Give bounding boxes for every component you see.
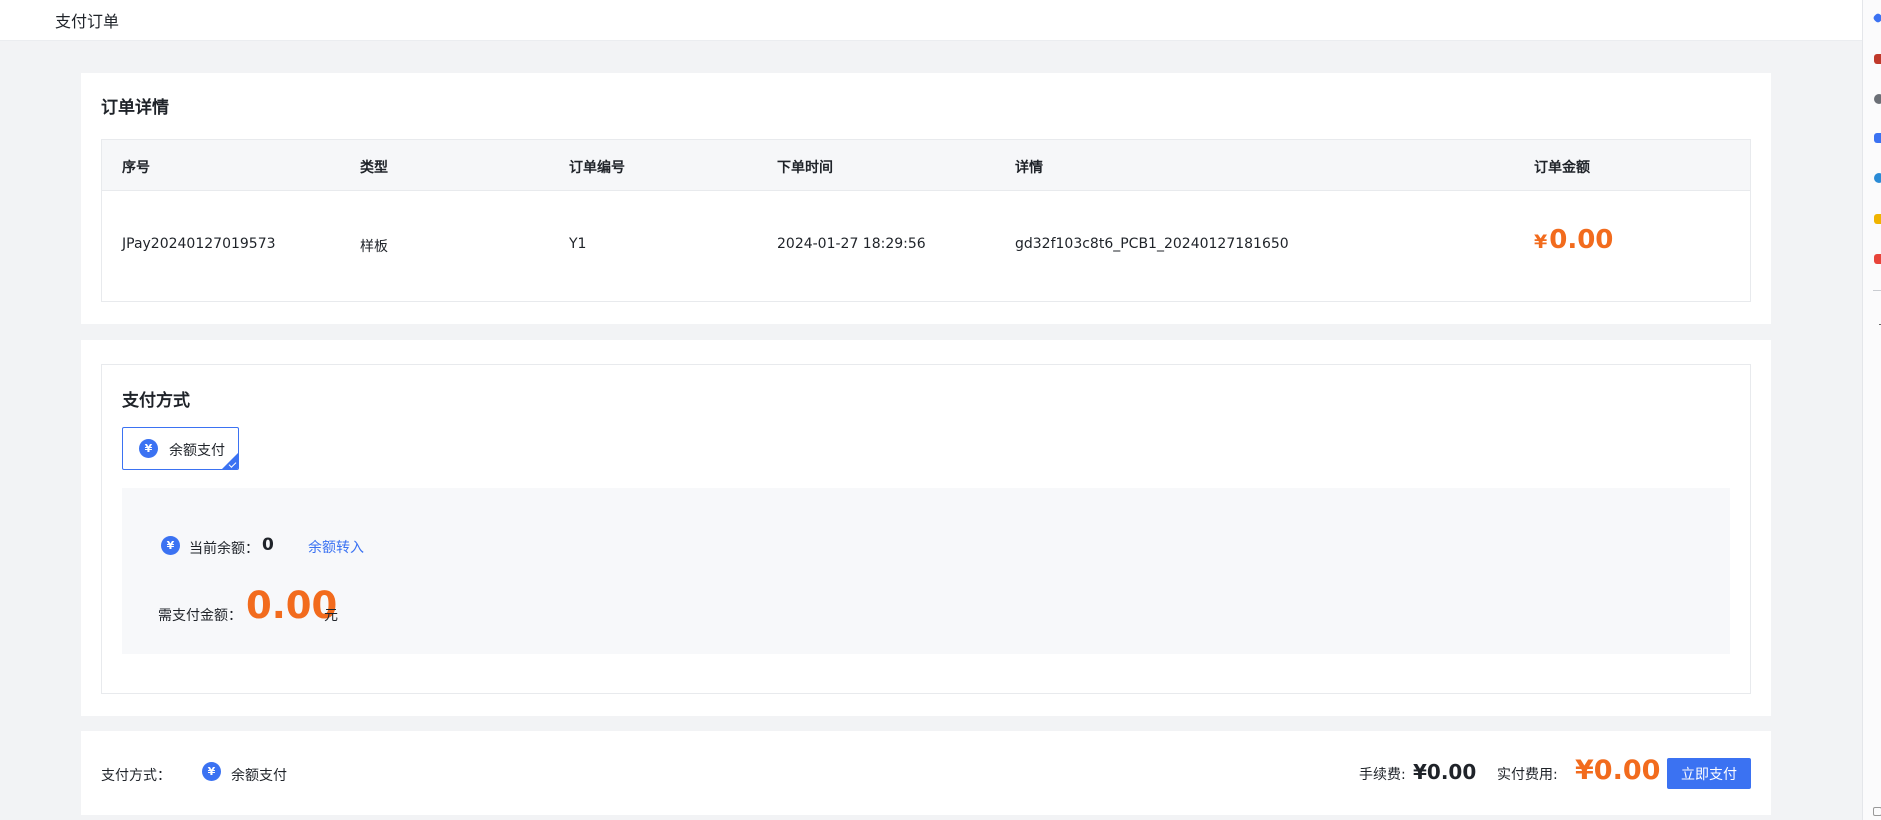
- order-table: 序号 类型 订单编号 下单时间 详情 订单金额 JPay202401270195…: [101, 139, 1751, 302]
- cell-detail: gd32f103c8t6_PCB1_20240127181650: [1015, 236, 1289, 252]
- gear-icon[interactable]: [1874, 173, 1881, 183]
- column-header-order-time: 下单时间: [777, 160, 833, 176]
- footer-method-value: 余额支付: [231, 768, 287, 784]
- cube-icon[interactable]: [1874, 133, 1881, 143]
- order-details-title: 订单详情: [101, 98, 169, 118]
- footer-method-label: 支付方式：: [101, 768, 171, 784]
- payment-method-panel: 支付方式 ¥ 余额支付 ¥ 当前余额： 0 余额转入 需支付金额： 0.00 元: [81, 340, 1771, 716]
- person-icon[interactable]: [1874, 94, 1881, 104]
- currency-symbol: ¥: [1534, 231, 1548, 253]
- balance-transfer-link[interactable]: 余额转入: [308, 537, 364, 557]
- column-header-detail: 详情: [1015, 160, 1043, 176]
- payment-method-box: 支付方式 ¥ 余额支付 ¥ 当前余额： 0 余额转入 需支付金额： 0.00 元: [101, 364, 1751, 694]
- payment-summary-bar: 支付方式： ¥ 余额支付 手续费: ¥0.00 实付费用: ¥0.00 立即支付: [81, 731, 1771, 815]
- table-header: 序号 类型 订单编号 下单时间 详情 订单金额: [102, 140, 1750, 191]
- fee-value: ¥0.00: [1413, 760, 1477, 784]
- balance-info-area: ¥ 当前余额： 0 余额转入 需支付金额： 0.00 元: [122, 488, 1730, 654]
- balance-payment-label: 余额支付: [169, 443, 225, 459]
- column-header-order-no: 订单编号: [569, 160, 625, 176]
- balance-payment-option[interactable]: ¥ 余额支付: [122, 427, 239, 470]
- extension-settings-icon[interactable]: [1873, 807, 1881, 816]
- table-row: JPay20240127019573 样板 Y1 2024-01-27 18:2…: [102, 191, 1750, 302]
- actual-payment-label: 实付费用:: [1497, 767, 1558, 783]
- top-bar: 支付订单: [0, 0, 1862, 41]
- column-header-type: 类型: [360, 160, 388, 176]
- cell-order-no: Y1: [569, 236, 587, 252]
- order-details-panel: 订单详情 序号 类型 订单编号 下单时间 详情 订单金额 JPay2024012…: [81, 73, 1771, 324]
- amount-due-unit: 元: [324, 608, 338, 624]
- yuan-coin-icon: ¥: [202, 762, 221, 781]
- column-header-serial: 序号: [122, 160, 150, 176]
- actual-payment-value: ¥0.00: [1575, 755, 1661, 786]
- column-header-amount: 订单金额: [1534, 160, 1590, 176]
- basket-icon[interactable]: [1874, 54, 1881, 64]
- amount-value: 0.00: [1549, 225, 1614, 255]
- current-balance-label: 当前余额：: [189, 541, 259, 557]
- diamond-icon[interactable]: [1872, 12, 1881, 24]
- cell-amount: ¥0.00: [1534, 225, 1613, 255]
- amount-due-label: 需支付金额：: [158, 608, 242, 624]
- page-title: 支付订单: [55, 12, 120, 31]
- cell-order-time: 2024-01-27 18:29:56: [777, 236, 926, 252]
- yuan-coin-icon: ¥: [161, 536, 180, 555]
- puzzle-icon[interactable]: [1874, 254, 1881, 264]
- payment-method-title: 支付方式: [122, 391, 190, 411]
- triangle-icon[interactable]: [1874, 214, 1881, 224]
- extension-divider: [1873, 290, 1881, 291]
- extension-sidebar: [1862, 0, 1881, 820]
- yuan-coin-icon: ¥: [139, 439, 158, 458]
- pay-now-button[interactable]: 立即支付: [1667, 758, 1751, 789]
- cell-type: 样板: [360, 239, 388, 255]
- cell-serial: JPay20240127019573: [122, 236, 276, 252]
- fee-label: 手续费:: [1359, 767, 1406, 783]
- current-balance-value: 0: [262, 535, 274, 555]
